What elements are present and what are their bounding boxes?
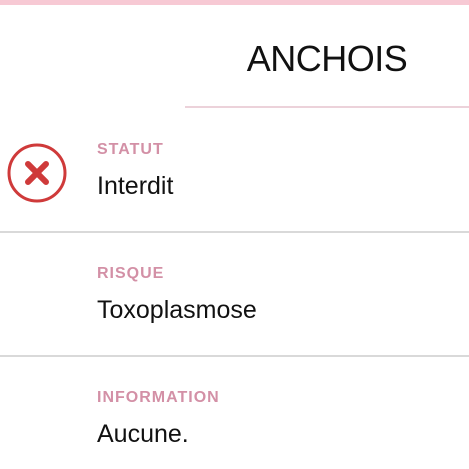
status-label: STATUT [97, 141, 164, 158]
risk-value: Toxoplasmose [97, 296, 257, 324]
status-value: Interdit [97, 172, 174, 200]
food-detail-page: ANCHOIS STATUT Interdit RISQUE Toxoplasm… [0, 0, 469, 469]
forbidden-x-icon [7, 143, 67, 203]
title-underline [185, 106, 469, 108]
page-title: ANCHOIS [246, 38, 408, 79]
top-accent-bar [0, 0, 469, 5]
information-value: Aucune. [97, 420, 189, 448]
risk-label: RISQUE [97, 265, 165, 282]
information-label: INFORMATION [97, 389, 220, 406]
row-divider [0, 231, 469, 233]
row-divider [0, 355, 469, 357]
